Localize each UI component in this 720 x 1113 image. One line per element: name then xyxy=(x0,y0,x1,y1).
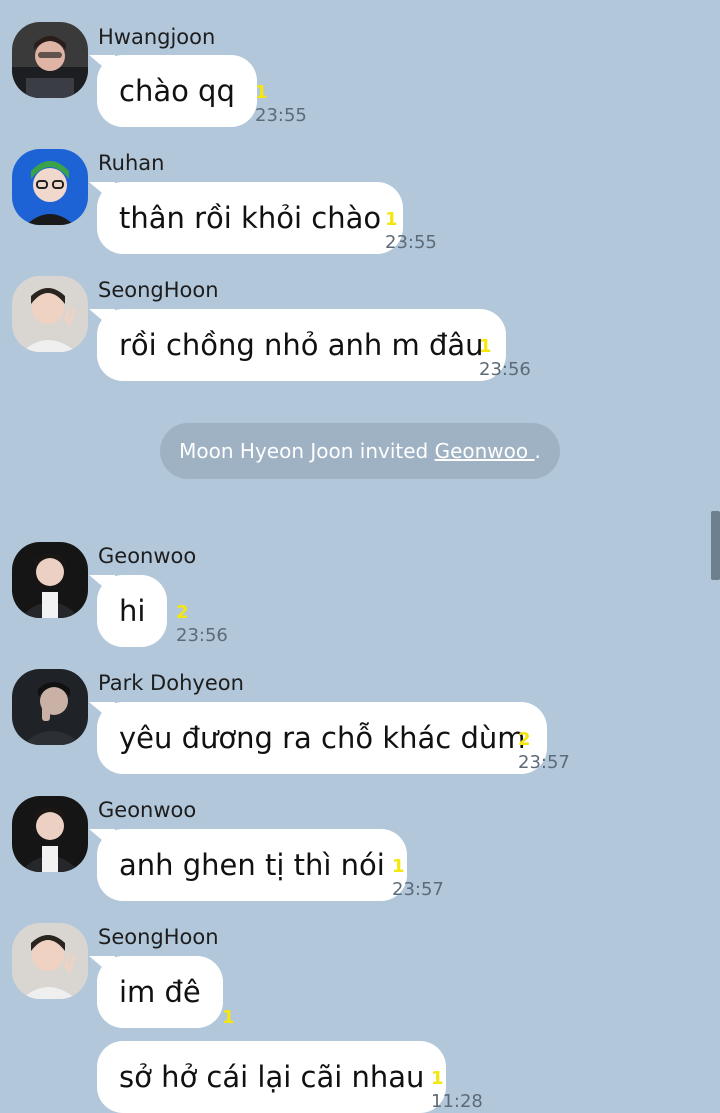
avatar-seonghoon[interactable] xyxy=(12,923,88,999)
sender-name: Hwangjoon xyxy=(98,25,216,49)
chat-room: Hwangjoon chào qq 1 23:55 Ruhan thân rồi… xyxy=(0,0,720,1113)
message-bubble[interactable]: chào qq xyxy=(89,55,257,127)
unread-count: 1 xyxy=(479,336,492,357)
message-bubble[interactable]: hi xyxy=(88,575,168,647)
message-bubble[interactable]: im đê xyxy=(89,956,223,1028)
message-bubble[interactable]: yêu đương ra chỗ khác dùm xyxy=(88,702,548,774)
system-invite-message: Moon Hyeon Joon invited Geonwoo . xyxy=(160,423,560,479)
message-time: 23:56 xyxy=(479,359,531,380)
unread-count: 1 xyxy=(392,856,405,877)
scrollbar-thumb[interactable] xyxy=(711,511,720,580)
message-time: 23:57 xyxy=(518,752,570,773)
avatar-geonwoo[interactable] xyxy=(12,796,88,872)
unread-count: 1 xyxy=(385,209,398,230)
sender-name: SeongHoon xyxy=(98,925,219,949)
avatar-seonghoon[interactable] xyxy=(12,276,88,352)
message-bubble[interactable]: rồi chồng nhỏ anh m đâu xyxy=(89,309,506,381)
sender-name: SeongHoon xyxy=(98,278,219,302)
unread-count: 1 xyxy=(431,1068,444,1089)
message-time: 23:55 xyxy=(385,232,437,253)
system-message-suffix: . xyxy=(534,439,541,463)
sender-name: Geonwoo xyxy=(98,544,197,568)
system-message-text: Moon Hyeon Joon invited xyxy=(179,439,435,463)
message-bubble[interactable]: thân rồi khỏi chào xyxy=(88,182,404,254)
sender-name: Geonwoo xyxy=(98,798,197,822)
unread-count: 2 xyxy=(176,602,189,623)
invited-user-link[interactable]: Geonwoo xyxy=(435,439,535,463)
avatar-hwangjoon[interactable] xyxy=(12,22,88,98)
message-time: 23:56 xyxy=(176,625,228,646)
avatar-park-dohyeon[interactable] xyxy=(12,669,88,745)
message-bubble[interactable]: sở hở cái lại cãi nhau xyxy=(97,1041,447,1113)
unread-count: 2 xyxy=(518,729,531,750)
message-time: 23:55 xyxy=(255,105,307,126)
message-bubble[interactable]: anh ghen tị thì nói xyxy=(89,829,407,901)
unread-count: 1 xyxy=(255,82,268,103)
message-time: 23:57 xyxy=(392,879,444,900)
sender-name: Ruhan xyxy=(98,151,165,175)
avatar-ruhan[interactable] xyxy=(12,149,88,225)
avatar-geonwoo[interactable] xyxy=(12,542,88,618)
sender-name: Park Dohyeon xyxy=(98,671,244,695)
message-time: 11:28 xyxy=(431,1091,483,1112)
unread-count: 1 xyxy=(222,1007,235,1028)
